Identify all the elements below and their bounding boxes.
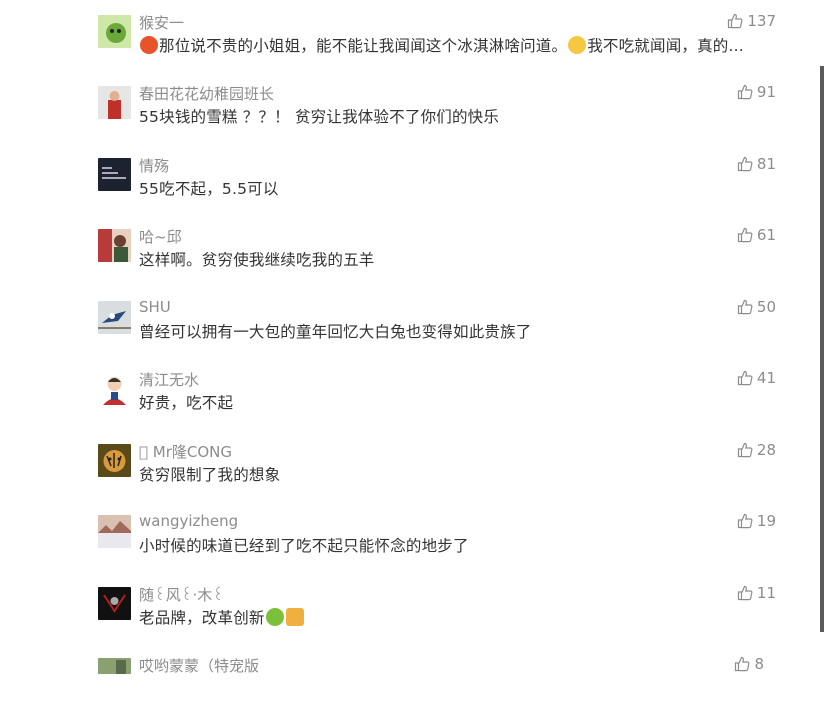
like-count: 41	[756, 369, 776, 387]
comment-text: 好贵，吃不起	[139, 394, 234, 412]
comment-text: 老品牌，改革创新	[139, 606, 305, 628]
like-button[interactable]: 11	[737, 584, 776, 602]
like-count: 91	[756, 83, 776, 101]
like-button[interactable]: 41	[737, 369, 776, 387]
crying-face-emoji-icon	[568, 36, 587, 54]
username[interactable]: 哎哟蒙蒙（特宠版	[139, 655, 259, 676]
like-button[interactable]: 61	[737, 226, 776, 244]
username[interactable]: 春田花花幼稚园班长	[139, 83, 274, 104]
avatar[interactable]	[98, 229, 131, 262]
comment-text-part: 那位说不贵的小姐姐，能不能让我闻闻这个冰淇淋啥问道。	[159, 37, 568, 55]
comment-item: wangyizheng 小时候的味道已经到了吃不起只能怀念的地步了 19	[98, 512, 778, 571]
avatar[interactable]	[98, 515, 131, 548]
avatar[interactable]	[98, 372, 131, 405]
like-count: 137	[747, 12, 776, 30]
like-count: 28	[756, 441, 776, 459]
green-creature-emoji-icon	[265, 608, 284, 626]
like-button[interactable]: 8	[734, 655, 764, 673]
comment-text: 曾经可以拥有一大包的童年回忆大白兔也变得如此贵族了	[139, 323, 532, 341]
thumbs-up-icon	[737, 227, 753, 243]
like-button[interactable]: 19	[737, 512, 776, 530]
username[interactable]: 󰀀 Mr隆CONG	[139, 441, 232, 462]
thumbs-up-emoji-icon	[285, 608, 304, 626]
angry-face-emoji-icon	[140, 36, 158, 54]
like-button[interactable]: 81	[737, 155, 776, 173]
comment-text: 55吃不起，5.5可以	[139, 180, 279, 198]
like-count: 61	[756, 226, 776, 244]
comment-text-part: 我不吃就闻闻，真的...	[587, 37, 744, 55]
avatar[interactable]	[98, 587, 131, 620]
comment-text-part: 老品牌，改革创新	[139, 609, 265, 627]
comment-item: 󰀀 Mr隆CONG 贫穷限制了我的想象 28	[98, 441, 778, 500]
comment-item: 情殇 55吃不起，5.5可以 81	[98, 155, 778, 214]
thumbs-up-icon	[737, 370, 753, 386]
username[interactable]: 猴安一	[139, 12, 184, 33]
comment-item: 春田花花幼稚园班长 55块钱的雪糕 ？？！ 贫穷让我体验不了你们的快乐 91	[98, 83, 778, 142]
username[interactable]: 清江无水	[139, 369, 199, 390]
thumbs-up-icon	[737, 442, 753, 458]
like-count: 19	[756, 512, 776, 530]
like-button[interactable]: 50	[737, 298, 776, 316]
thumbs-up-icon	[737, 585, 753, 601]
comment-item: 清江无水 好贵，吃不起 41	[98, 369, 778, 428]
like-count: 8	[754, 655, 764, 673]
comment-item: 猴安一 那位说不贵的小姐姐，能不能让我闻闻这个冰淇淋啥问道。 我不吃就闻闻，真的.…	[98, 12, 778, 71]
thumbs-up-icon	[727, 13, 743, 29]
username[interactable]: 随꒰风꒰·木꒰	[139, 584, 224, 605]
avatar[interactable]	[98, 158, 131, 191]
username[interactable]: SHU	[139, 298, 171, 316]
like-button[interactable]: 137	[727, 12, 776, 30]
username[interactable]: 情殇	[139, 155, 169, 176]
comment-item: SHU 曾经可以拥有一大包的童年回忆大白兔也变得如此贵族了 50	[98, 298, 778, 357]
like-count: 11	[756, 584, 776, 602]
thumbs-up-icon	[737, 84, 753, 100]
comment-item: 哎哟蒙蒙（特宠版 8	[98, 655, 766, 714]
comment-text: 这样啊。贫穷使我继续吃我的五羊	[139, 251, 375, 269]
scrollbar[interactable]	[820, 66, 824, 632]
thumbs-up-icon	[737, 156, 753, 172]
like-button[interactable]: 28	[737, 441, 776, 459]
avatar[interactable]	[98, 15, 131, 48]
thumbs-up-icon	[734, 656, 750, 672]
comment-text: 那位说不贵的小姐姐，能不能让我闻闻这个冰淇淋啥问道。 我不吃就闻闻，真的...	[139, 34, 744, 56]
username[interactable]: 哈~邱	[139, 226, 182, 247]
avatar[interactable]	[98, 301, 131, 334]
avatar[interactable]	[98, 658, 131, 674]
thumbs-up-icon	[737, 513, 753, 529]
thumbs-up-icon	[737, 299, 753, 315]
username[interactable]: wangyizheng	[139, 512, 238, 530]
comment-text: 55块钱的雪糕 ？？！ 贫穷让我体验不了你们的快乐	[139, 108, 500, 126]
comment-item: 哈~邱 这样啊。贫穷使我继续吃我的五羊 61	[98, 226, 778, 285]
comment-item: 随꒰风꒰·木꒰ 老品牌，改革创新 11	[98, 584, 778, 643]
comment-text: 贫穷限制了我的想象	[139, 466, 281, 484]
like-count: 81	[756, 155, 776, 173]
comment-text: 小时候的味道已经到了吃不起只能怀念的地步了	[139, 537, 469, 555]
avatar[interactable]	[98, 444, 131, 477]
like-count: 50	[756, 298, 776, 316]
like-button[interactable]: 91	[737, 83, 776, 101]
avatar[interactable]	[98, 86, 131, 119]
